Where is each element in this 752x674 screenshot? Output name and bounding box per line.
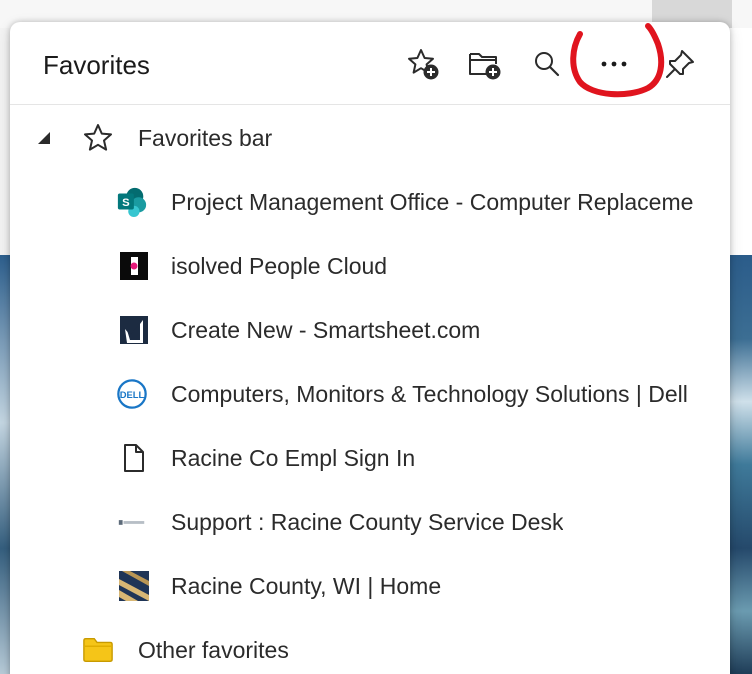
- favorite-item-label: Computers, Monitors & Technology Solutio…: [171, 381, 688, 407]
- star-add-icon: [408, 49, 439, 80]
- add-folder-button[interactable]: [465, 44, 505, 84]
- favorite-item-label: Create New - Smartsheet.com: [171, 317, 481, 343]
- more-options-button[interactable]: [594, 44, 634, 84]
- other-favorites-folder[interactable]: Other favorites: [10, 618, 730, 674]
- favorite-item-label: Racine Co Empl Sign In: [171, 445, 416, 471]
- isolved-icon: [120, 252, 148, 280]
- dell-icon: DELL: [117, 379, 147, 409]
- page-icon: [124, 444, 144, 472]
- favorites-bar-label: Favorites bar: [138, 125, 273, 151]
- favorite-item[interactable]: Create New - Smartsheet.com: [10, 298, 730, 362]
- other-favorites-label: Other favorites: [138, 637, 289, 663]
- search-icon: [535, 52, 560, 77]
- favorite-item[interactable]: Racine Co Empl Sign In: [10, 426, 730, 490]
- panel-title: Favorites: [43, 50, 150, 80]
- ellipsis-icon: [601, 61, 627, 67]
- sharepoint-icon: S: [117, 187, 147, 218]
- page-background-image-right: [730, 255, 752, 674]
- search-favorites-button[interactable]: [527, 44, 567, 84]
- racine-county-icon: [119, 571, 149, 601]
- smartsheet-icon: [120, 316, 148, 344]
- favorites-header: Favorites: [10, 22, 730, 105]
- favorite-item-label: Support : Racine County Service Desk: [171, 509, 564, 535]
- favorite-item[interactable]: Racine County, WI | Home: [10, 554, 730, 618]
- favorite-item[interactable]: S Project Management Office - Computer R…: [10, 170, 730, 234]
- favorite-item[interactable]: Support : Racine County Service Desk: [10, 490, 730, 554]
- page-background-right-top: [730, 28, 752, 255]
- page-background-image-left: [0, 255, 10, 674]
- favorite-item-label: Racine County, WI | Home: [171, 573, 442, 599]
- svg-text:S: S: [122, 197, 130, 209]
- expanded-triangle-icon: [38, 132, 50, 144]
- folder-add-icon: [469, 53, 501, 80]
- pin-icon: [666, 50, 694, 78]
- favorite-item-label: Project Management Office - Computer Rep…: [171, 189, 694, 215]
- svg-text:DELL: DELL: [120, 389, 145, 400]
- favorites-bar-folder[interactable]: Favorites bar: [10, 106, 730, 170]
- favorite-item[interactable]: isolved People Cloud: [10, 234, 730, 298]
- favorite-item[interactable]: DELL Computers, Monitors & Technology So…: [10, 362, 730, 426]
- favorites-panel: Favorites Favorites bar S Project Manage…: [10, 22, 730, 674]
- pin-favorites-button[interactable]: [660, 44, 700, 84]
- folder-icon: [83, 638, 113, 662]
- favorite-item-label: isolved People Cloud: [171, 253, 388, 279]
- service-desk-icon: [118, 520, 145, 525]
- add-favorite-button[interactable]: [403, 44, 443, 84]
- star-icon: [84, 124, 112, 151]
